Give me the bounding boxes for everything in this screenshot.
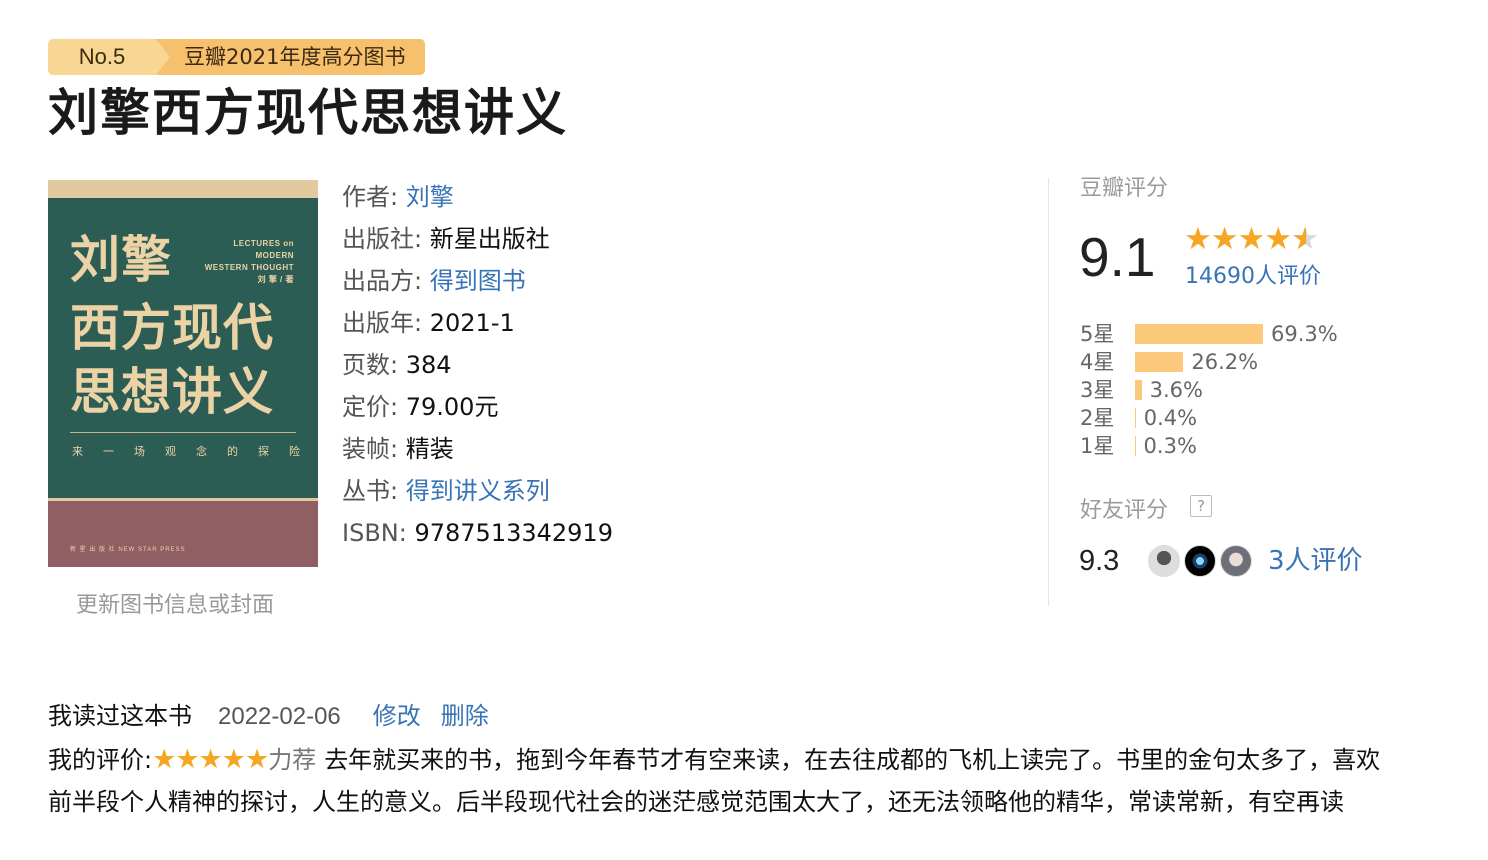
cover-divider xyxy=(70,432,296,433)
star-icon: ★ xyxy=(152,744,176,775)
cover-en-line: WESTERN THOUGHT xyxy=(204,263,294,272)
star-icon: ★ xyxy=(175,744,199,775)
my-rating-stars: ★★★★★ xyxy=(152,744,269,775)
cover-subtitle: 来一场观念的探险 xyxy=(72,445,320,458)
cover-top-strip xyxy=(48,180,318,198)
half-star-icon: ★ xyxy=(1291,222,1319,256)
info-value: 9787513342919 xyxy=(414,519,613,547)
dist-pct: 0.4% xyxy=(1143,406,1198,430)
dist-bar xyxy=(1135,352,1184,372)
rank-label: No.5 xyxy=(48,39,170,75)
cover-en-line: MODERN xyxy=(255,251,294,260)
info-label: 出版社: xyxy=(342,225,423,253)
rating-dist-row: 3星 3.6% xyxy=(1080,376,1203,404)
dist-bar xyxy=(1135,324,1263,344)
rating-dist-row: 2星 0.4% xyxy=(1080,404,1197,432)
dist-bar xyxy=(1135,408,1136,428)
info-row-year: 出版年: 2021-1 xyxy=(342,302,613,344)
page-title: 刘擎西方现代思想讲义 xyxy=(48,84,568,142)
info-row-author: 作者: 刘擎 xyxy=(342,176,613,218)
my-read-status: 我读过这本书 2022-02-06 修改 删除 xyxy=(48,697,489,736)
info-value: 79.00元 xyxy=(405,393,499,421)
annual-rank-badge[interactable]: No.5 豆瓣2021年度高分图书 xyxy=(48,39,425,75)
rating-dist-row: 1星 0.3% xyxy=(1080,432,1197,460)
rating-dist-row: 5星 69.3% xyxy=(1080,320,1338,348)
info-value: 新星出版社 xyxy=(429,225,550,253)
dist-label: 1星 xyxy=(1080,434,1115,458)
friend-score: 9.3 xyxy=(1079,545,1120,577)
read-date: 2022-02-06 xyxy=(218,703,341,730)
info-label: 页数: xyxy=(342,351,399,379)
friend-rating-title: 好友评分 xyxy=(1080,498,1169,523)
dist-label: 2星 xyxy=(1080,406,1115,430)
info-row-binding: 装帧: 精装 xyxy=(342,428,613,470)
star-icon: ★ xyxy=(1264,221,1292,257)
info-label: 作者: xyxy=(342,183,399,211)
info-value: 2021-1 xyxy=(429,309,515,337)
cover-en-line: 刘 擎 / 著 xyxy=(257,275,294,284)
avatar[interactable] xyxy=(1148,545,1180,577)
help-icon[interactable]: ? xyxy=(1190,495,1212,517)
series-link[interactable]: 得到讲义系列 xyxy=(406,477,550,505)
info-value: 精装 xyxy=(405,435,454,463)
star-icon: ★ xyxy=(1184,221,1212,257)
info-label: 出品方: xyxy=(342,267,423,295)
dist-pct: 0.3% xyxy=(1143,434,1197,458)
friend-count-link[interactable]: 3人评价 xyxy=(1268,543,1363,579)
star-icon: ★ xyxy=(1237,221,1266,257)
info-row-producer: 出品方: 得到图书 xyxy=(342,260,613,302)
info-row-price: 定价: 79.00元 xyxy=(342,386,613,428)
edit-link[interactable]: 修改 xyxy=(373,702,421,730)
delete-link[interactable]: 删除 xyxy=(441,702,489,730)
rating-score: 9.1 xyxy=(1079,226,1156,288)
my-rating-label: 我的评价: xyxy=(48,746,153,774)
book-cover[interactable]: 刘擎 西方现代 思想讲义 LECTURES on MODERN WESTERN … xyxy=(48,180,318,567)
producer-link[interactable]: 得到图书 xyxy=(430,267,526,295)
author-link[interactable]: 刘擎 xyxy=(406,183,454,211)
info-label: ISBN: xyxy=(342,519,407,547)
info-row-pages: 页数: 384 xyxy=(342,344,613,386)
info-row-series: 丛书: 得到讲义系列 xyxy=(342,470,613,512)
dist-bar xyxy=(1135,436,1136,456)
panel-divider xyxy=(1048,178,1049,606)
info-value: 384 xyxy=(405,351,452,379)
dist-label: 5星 xyxy=(1080,322,1115,346)
rank-description: 豆瓣2021年度高分图书 xyxy=(156,39,425,75)
cover-title-line: 西方现代 xyxy=(70,298,274,357)
info-label: 装帧: xyxy=(342,435,399,463)
cover-title-line: 思想讲义 xyxy=(70,362,274,421)
dist-pct: 69.3% xyxy=(1271,322,1338,346)
cover-publisher: 新 星 出 版 社 NEW STAR PRESS xyxy=(70,547,186,553)
rating-stars: ★★★★★ xyxy=(1184,221,1319,257)
avatar[interactable] xyxy=(1220,545,1252,577)
dist-bar xyxy=(1135,380,1142,400)
rating-title: 豆瓣评分 xyxy=(1080,176,1169,201)
info-label: 丛书: xyxy=(342,477,399,505)
info-label: 出版年: xyxy=(342,309,423,337)
star-icon: ★ xyxy=(1210,221,1239,257)
dist-pct: 26.2% xyxy=(1191,350,1259,374)
dist-label: 4星 xyxy=(1080,350,1115,374)
star-icon: ★ xyxy=(244,744,269,775)
recommend-label: 力荐 xyxy=(268,746,317,774)
cover-title-line: 刘擎 xyxy=(70,230,172,289)
star-icon: ★ xyxy=(198,744,223,775)
cover-bottom-band xyxy=(48,501,318,567)
cover-en-line: LECTURES on xyxy=(233,239,294,248)
rating-dist-row: 4星 26.2% xyxy=(1080,348,1258,376)
dist-pct: 3.6% xyxy=(1149,378,1203,402)
update-book-info-link[interactable]: 更新图书信息或封面 xyxy=(76,590,274,622)
info-row-publisher: 出版社: 新星出版社 xyxy=(342,218,613,260)
avatar[interactable] xyxy=(1184,545,1216,577)
info-row-isbn: ISBN: 9787513342919 xyxy=(342,512,613,554)
dist-label: 3星 xyxy=(1080,378,1115,402)
rating-count-link[interactable]: 14690人评价 xyxy=(1185,260,1321,294)
book-info: 作者: 刘擎 出版社: 新星出版社 出品方: 得到图书 出版年: 2021-1 … xyxy=(342,176,613,554)
star-icon: ★ xyxy=(221,744,246,775)
info-label: 定价: xyxy=(342,393,399,421)
my-review: 我的评价:★★★★★力荐 去年就买来的书，拖到今年春节才有空来读，在去往成都的飞机… xyxy=(48,739,1388,823)
read-status: 我读过这本书 xyxy=(48,702,192,730)
cover-english-title: LECTURES on MODERN WESTERN THOUGHT 刘 擎 /… xyxy=(205,238,294,286)
